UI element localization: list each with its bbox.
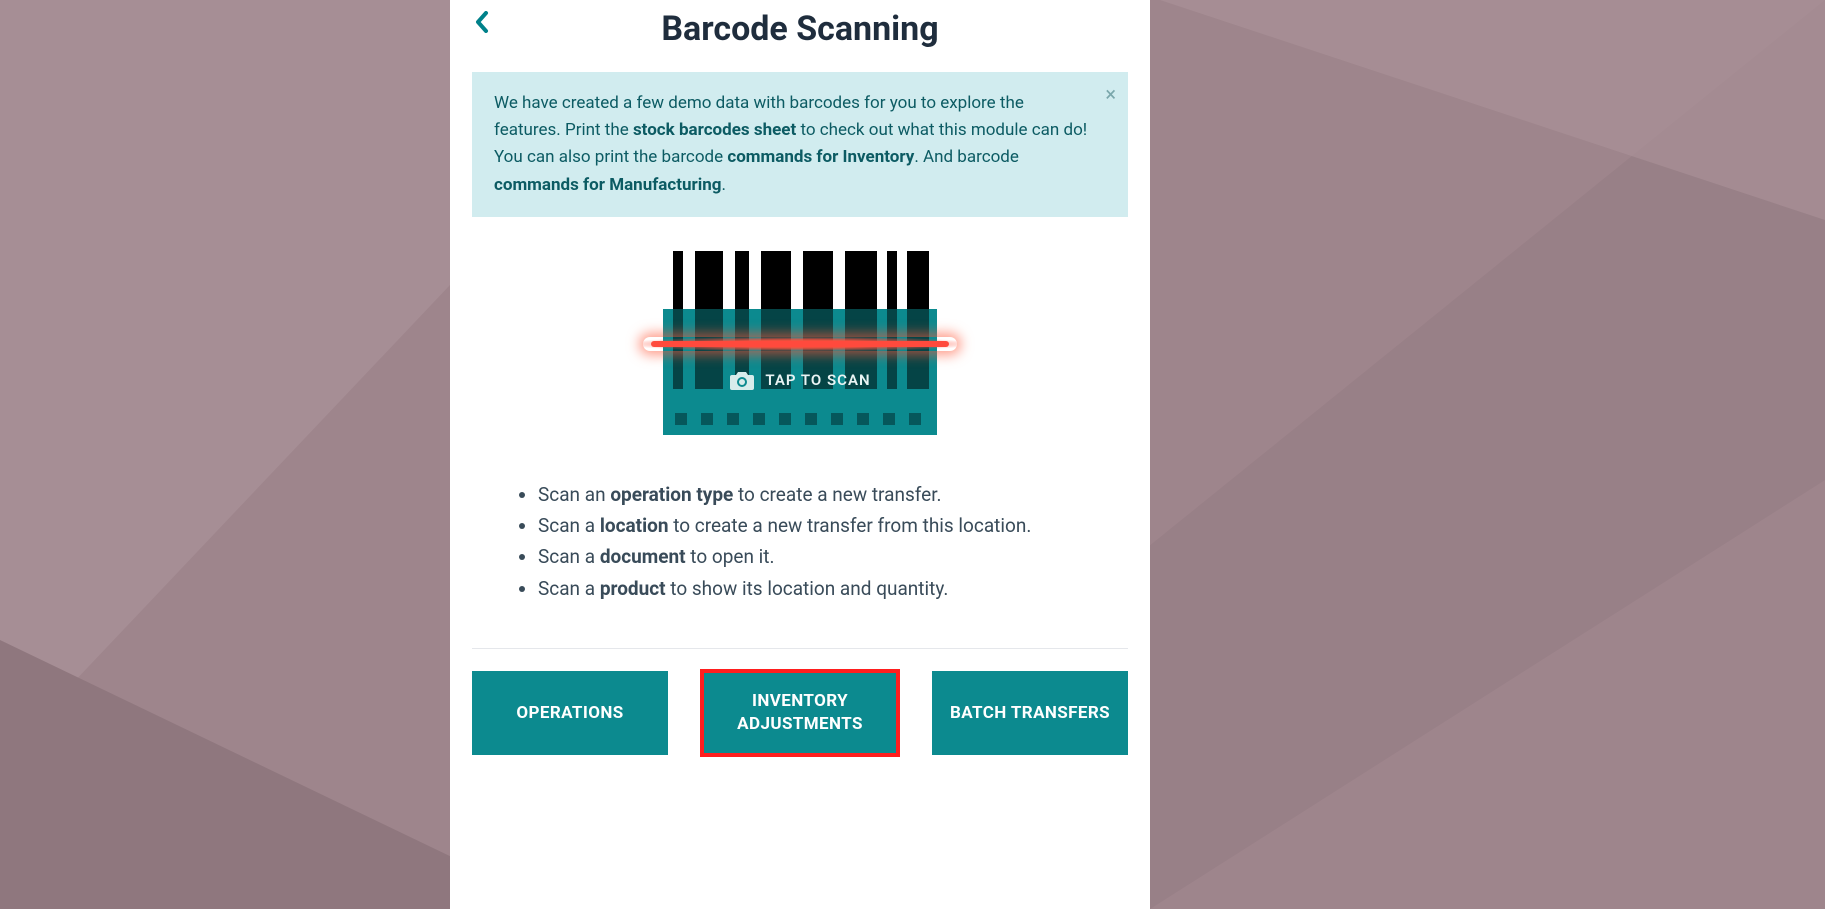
batch-transfers-button[interactable]: BATCH TRANSFERS: [932, 671, 1128, 755]
action-button-row: OPERATIONS INVENTORY ADJUSTMENTS BATCH T…: [472, 671, 1128, 755]
instruction-item: Scan a product to show its location and …: [538, 573, 1090, 604]
page-title: Barcode Scanning: [661, 7, 938, 49]
scan-area[interactable]: TAP TO SCAN: [663, 251, 937, 435]
close-icon: ×: [1105, 82, 1116, 106]
demo-alert: We have created a few demo data with bar…: [472, 72, 1128, 217]
main-card: Barcode Scanning We have created a few d…: [450, 0, 1150, 909]
instruction-item: Scan an operation type to create a new t…: [538, 479, 1090, 510]
alert-close-button[interactable]: ×: [1105, 84, 1116, 104]
alert-text-3: . And barcode: [914, 147, 1019, 167]
chevron-left-icon: [474, 11, 490, 33]
inventory-adjustments-button[interactable]: INVENTORY ADJUSTMENTS: [702, 671, 898, 755]
tap-to-scan-row: TAP TO SCAN: [663, 369, 937, 391]
tap-to-scan-label: TAP TO SCAN: [765, 371, 870, 389]
instruction-item: Scan a location to create a new transfer…: [538, 510, 1090, 541]
link-commands-manufacturing[interactable]: commands for Manufacturing: [494, 175, 722, 195]
link-stock-barcodes-sheet[interactable]: stock barcodes sheet: [633, 120, 796, 140]
back-button[interactable]: [468, 8, 496, 36]
instruction-item: Scan a document to open it.: [538, 541, 1090, 572]
camera-icon: [729, 369, 755, 391]
link-commands-inventory[interactable]: commands for Inventory: [727, 147, 914, 167]
header: Barcode Scanning: [450, 0, 1150, 56]
instructions-list: Scan an operation type to create a new t…: [510, 479, 1090, 604]
operations-button[interactable]: OPERATIONS: [472, 671, 668, 755]
scan-laser-line: [651, 341, 949, 347]
alert-text-4: .: [722, 175, 726, 195]
divider: [472, 648, 1128, 649]
